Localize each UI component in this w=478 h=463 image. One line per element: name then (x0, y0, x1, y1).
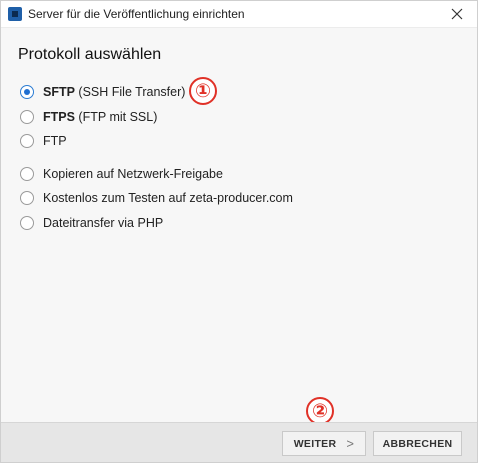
close-button[interactable] (439, 1, 475, 27)
radio-button[interactable] (20, 167, 34, 181)
option-label: Dateitransfer via PHP (43, 216, 164, 230)
dialog-window: Server für die Veröffentlichung einricht… (0, 0, 478, 463)
window-title: Server für die Veröffentlichung einricht… (28, 7, 245, 21)
app-icon (8, 7, 22, 21)
option-label: Kostenlos zum Testen auf zeta-producer.c… (43, 191, 293, 205)
radio-option-zeta-test[interactable]: Kostenlos zum Testen auf zeta-producer.c… (20, 189, 293, 207)
close-icon (451, 8, 463, 20)
radio-option-network-share[interactable]: Kopieren auf Netzwerk-Freigabe (20, 165, 223, 183)
dialog-content: Protokoll auswählen SFTP (SSH File Trans… (1, 27, 477, 425)
option-label: SFTP (SSH File Transfer) (43, 85, 186, 99)
radio-option-php[interactable]: Dateitransfer via PHP (20, 214, 163, 232)
option-label: FTPS (FTP mit SSL) (43, 110, 158, 124)
radio-option-ftps[interactable]: FTPS (FTP mit SSL) (20, 108, 157, 126)
next-button-label: WEITER (293, 437, 337, 450)
cancel-button[interactable]: ABBRECHEN (373, 431, 462, 456)
radio-button[interactable] (20, 191, 34, 205)
button-bar: WEITER > ABBRECHEN (1, 422, 477, 462)
option-label: FTP (43, 134, 67, 148)
radio-button[interactable] (20, 134, 34, 148)
radio-option-sftp[interactable]: SFTP (SSH File Transfer) (20, 83, 185, 101)
chevron-right-icon: > (346, 436, 355, 451)
radio-button[interactable] (20, 85, 34, 99)
annotation-marker-2: ② (306, 397, 334, 425)
radio-option-ftp[interactable]: FTP (20, 132, 67, 150)
title-bar: Server für die Veröffentlichung einricht… (1, 1, 477, 27)
next-button[interactable]: WEITER > (282, 431, 366, 456)
annotation-marker-1: ① (189, 77, 217, 105)
option-label: Kopieren auf Netzwerk-Freigabe (43, 167, 223, 181)
page-title: Protokoll auswählen (18, 46, 162, 63)
radio-button[interactable] (20, 216, 34, 230)
radio-button[interactable] (20, 110, 34, 124)
